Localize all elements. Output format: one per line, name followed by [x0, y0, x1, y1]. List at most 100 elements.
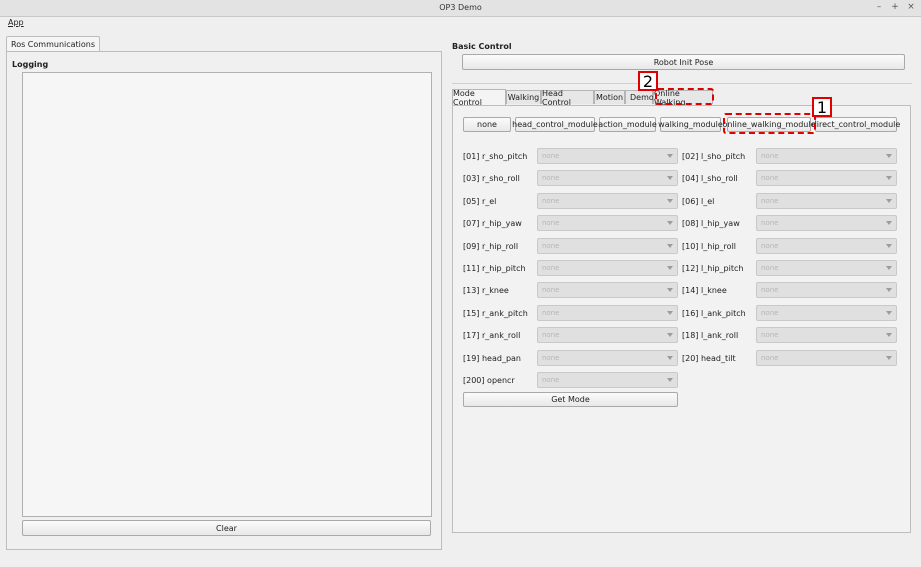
head-control-module-button[interactable]: head_control_module: [512, 117, 598, 132]
chevron-down-icon: [886, 198, 892, 203]
joint-mode-select[interactable]: none: [756, 237, 897, 254]
joint-mode-value: none: [761, 264, 779, 272]
joint-label: [01] r_sho_pitch: [463, 152, 528, 161]
log-view[interactable]: [22, 72, 432, 517]
chevron-down-icon: [667, 266, 673, 270]
joint-mode-select[interactable]: none: [537, 237, 678, 254]
walking-module-button[interactable]: walking_module: [658, 117, 723, 132]
action-module-button[interactable]: action_module: [598, 117, 657, 132]
title-bar: OP3 Demo – + ×: [0, 0, 921, 17]
joint-label: [12] l_hip_pitch: [682, 264, 744, 273]
chevron-down-icon: [667, 176, 673, 181]
menu-bar: App: [0, 16, 921, 30]
joint-mode-select[interactable]: none: [756, 304, 897, 321]
tab-ros-communications[interactable]: Ros Communications: [6, 36, 101, 52]
joint-mode-value: none: [761, 308, 779, 317]
chevron-down-icon: [667, 333, 673, 338]
joint-mode-value: none: [542, 264, 560, 272]
chevron-down-icon: [886, 243, 892, 248]
annotation-highlight-online-walking-tab: [655, 88, 714, 105]
joint-mode-select[interactable]: none: [537, 372, 678, 388]
window-title: OP3 Demo: [439, 3, 482, 12]
get-mode-button[interactable]: Get Mode: [463, 392, 678, 407]
joint-mode-select[interactable]: none: [756, 260, 897, 276]
joint-label: [200] opencr: [463, 376, 515, 385]
chevron-down-icon: [886, 221, 892, 226]
joint-mode-select[interactable]: none: [537, 260, 678, 276]
direct-control-module-button[interactable]: direct_control_module: [812, 117, 900, 132]
joint-mode-select[interactable]: none: [537, 192, 678, 209]
basic-control-label: Basic Control: [452, 42, 512, 51]
joint-mode-value: none: [761, 353, 779, 362]
joint-label: [10] l_hip_roll: [682, 241, 737, 251]
joint-mode-value: none: [542, 241, 560, 250]
chevron-down-icon: [667, 154, 673, 158]
joint-label: [02] l_sho_pitch: [682, 152, 746, 161]
chevron-down-icon: [886, 154, 892, 158]
chevron-down-icon: [667, 378, 673, 382]
joint-mode-value: none: [542, 219, 560, 228]
joint-label: [16] l_ank_pitch: [682, 308, 746, 318]
joint-mode-select[interactable]: none: [756, 170, 897, 187]
joint-mode-value: none: [542, 174, 560, 183]
joint-label: [11] r_hip_pitch: [463, 264, 526, 273]
joint-label: [09] r_hip_roll: [463, 241, 519, 251]
tab-mode-control[interactable]: Mode Control: [452, 89, 506, 107]
joint-mode-select[interactable]: none: [756, 215, 897, 232]
tab-demo[interactable]: Demo: [625, 90, 654, 104]
chevron-down-icon: [886, 176, 892, 181]
joint-mode-value: none: [761, 241, 779, 250]
joint-label: [17] r_ank_roll: [463, 331, 521, 341]
tab-motion[interactable]: Motion: [594, 90, 625, 104]
joint-mode-select[interactable]: none: [537, 215, 678, 232]
joint-mode-select[interactable]: none: [537, 282, 678, 299]
chevron-down-icon: [667, 198, 673, 203]
chevron-down-icon: [667, 243, 673, 248]
minimize-icon[interactable]: –: [875, 2, 883, 12]
joint-label: [05] r_el: [463, 196, 497, 206]
module-none-button[interactable]: none: [463, 117, 511, 132]
annotation-badge-1: 1: [812, 97, 832, 117]
joint-mode-value: none: [761, 331, 779, 340]
annotation-highlight-online-walking-module: [723, 113, 816, 134]
joint-mode-select[interactable]: none: [537, 327, 678, 344]
joint-mode-select[interactable]: none: [537, 148, 678, 164]
tab-head-control[interactable]: Head Control: [541, 89, 594, 107]
joint-mode-value: none: [542, 331, 560, 340]
joint-label: [03] r_sho_roll: [463, 174, 520, 184]
joint-label: [13] r_knee: [463, 286, 509, 296]
tab-walking[interactable]: Walking: [506, 90, 541, 104]
joint-label: [04] l_sho_roll: [682, 174, 738, 184]
joint-label: [15] r_ank_pitch: [463, 308, 528, 318]
chevron-down-icon: [667, 355, 673, 360]
joint-mode-select[interactable]: none: [537, 349, 678, 366]
chevron-down-icon: [886, 355, 892, 360]
joint-mode-select[interactable]: none: [537, 170, 678, 187]
joint-mode-value: none: [761, 286, 779, 295]
divider: [452, 83, 912, 84]
joint-mode-value: none: [761, 196, 779, 205]
chevron-down-icon: [667, 221, 673, 226]
joint-mode-value: none: [761, 219, 779, 228]
joint-mode-select[interactable]: none: [537, 304, 678, 321]
joint-mode-value: none: [761, 152, 779, 160]
joint-label: [07] r_hip_yaw: [463, 219, 522, 229]
joint-mode-select[interactable]: none: [756, 148, 897, 164]
joint-label: [18] l_ank_roll: [682, 331, 739, 341]
close-icon[interactable]: ×: [907, 2, 915, 12]
joint-mode-select[interactable]: none: [756, 282, 897, 299]
joint-label: [14] l_knee: [682, 286, 727, 296]
joint-mode-select[interactable]: none: [756, 349, 897, 366]
joint-mode-value: none: [761, 174, 779, 183]
joint-mode-select[interactable]: none: [756, 192, 897, 209]
robot-init-pose-button[interactable]: Robot Init Pose: [462, 54, 905, 70]
joint-mode-value: none: [542, 286, 560, 295]
joint-mode-select[interactable]: none: [756, 327, 897, 344]
joint-mode-value: none: [542, 152, 560, 160]
chevron-down-icon: [886, 333, 892, 338]
joint-mode-value: none: [542, 196, 560, 205]
chevron-down-icon: [886, 266, 892, 270]
clear-button[interactable]: Clear: [22, 520, 431, 536]
maximize-icon[interactable]: +: [891, 2, 899, 12]
menu-app[interactable]: App: [8, 18, 24, 27]
